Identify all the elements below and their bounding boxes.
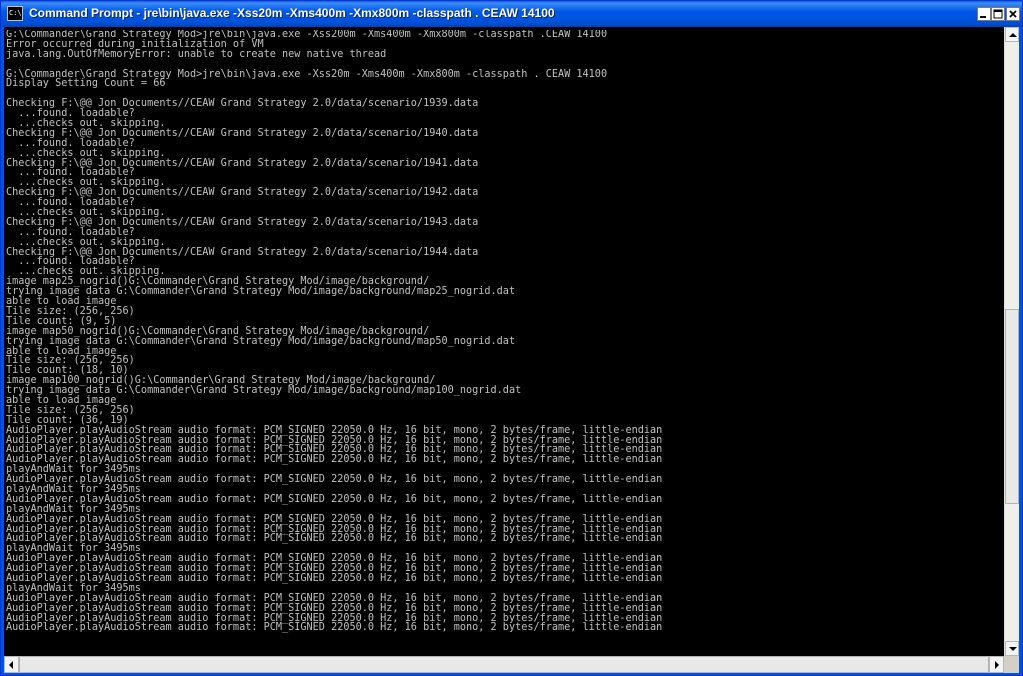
horizontal-scroll-thumb[interactable] — [19, 656, 989, 673]
command-prompt-window: C:\ Command Prompt - jre\bin\java.exe -X… — [0, 0, 1023, 676]
console-line: AudioPlayer.playAudioStream audio format… — [6, 493, 663, 505]
console-line: Checking F:\@@ Jon Documents//CEAW Grand… — [6, 127, 479, 139]
console-line: trying image data G:\Commander\Grand Str… — [6, 385, 522, 397]
console-line: Checking F:\@@ Jon Documents//CEAW Grand… — [6, 98, 479, 110]
minimize-icon — [980, 16, 986, 18]
console-line: AudioPlayer.playAudioStream audio format… — [6, 474, 663, 486]
scroll-down-button[interactable] — [1005, 641, 1019, 656]
console-line: AudioPlayer.playAudioStream audio format… — [6, 572, 663, 584]
console-line: AudioPlayer.playAudioStream audio format… — [6, 533, 663, 545]
horizontal-scrollbar[interactable] — [4, 656, 1004, 673]
console-line: trying image data G:\Commander\Grand Str… — [6, 286, 516, 298]
scroll-right-button[interactable] — [989, 656, 1004, 673]
title-bar[interactable]: C:\ Command Prompt - jre\bin\java.exe -X… — [1, 1, 1022, 27]
window-title: Command Prompt - jre\bin\java.exe -Xss20… — [29, 6, 555, 20]
console-line: Checking F:\@@ Jon Documents//CEAW Grand… — [6, 187, 479, 199]
close-button[interactable] — [1006, 7, 1020, 21]
arrow-up-icon — [1009, 33, 1017, 37]
console-line: Display Setting Count = 66 — [6, 78, 166, 90]
scroll-up-button[interactable] — [1005, 27, 1019, 42]
arrow-down-icon — [1009, 647, 1017, 651]
console-line: AudioPlayer.playAudioStream audio format… — [6, 454, 663, 466]
maximize-icon — [993, 9, 1003, 19]
console-line: Tile size: (256, 256) — [6, 355, 135, 367]
vertical-scroll-thumb[interactable] — [1005, 308, 1019, 504]
size-grip — [1004, 656, 1019, 673]
console-line: Checking F:\@@ Jon Documents//CEAW Grand… — [6, 216, 479, 228]
maximize-button[interactable] — [991, 7, 1005, 21]
console-output[interactable]: G:\Commander\Grand Strategy Mod>jre\bin\… — [6, 30, 1001, 657]
console-line: AudioPlayer.playAudioStream audio format… — [6, 622, 663, 634]
console-line: able to load image — [6, 394, 117, 406]
console-line: Tile size: (256, 256) — [6, 404, 135, 416]
console-line: able to load image — [6, 345, 117, 357]
close-icon — [1009, 10, 1017, 18]
vertical-scrollbar[interactable] — [1004, 27, 1019, 656]
scroll-left-button[interactable] — [4, 656, 19, 673]
console-client-area[interactable]: G:\Commander\Grand Strategy Mod>jre\bin\… — [4, 27, 1019, 673]
arrow-right-icon — [995, 661, 999, 669]
console-line: trying image data G:\Commander\Grand Str… — [6, 335, 516, 347]
console-line: java.lang.OutOfMemoryError: unable to cr… — [6, 48, 387, 60]
console-line: Checking F:\@@ Jon Documents//CEAW Grand… — [6, 246, 479, 258]
console-line: able to load image — [6, 296, 117, 308]
console-icon: C:\ — [7, 6, 23, 21]
console-line: Tile size: (256, 256) — [6, 305, 135, 317]
minimize-button[interactable] — [977, 7, 991, 21]
arrow-left-icon — [9, 661, 13, 669]
console-line: Checking F:\@@ Jon Documents//CEAW Grand… — [6, 157, 479, 169]
